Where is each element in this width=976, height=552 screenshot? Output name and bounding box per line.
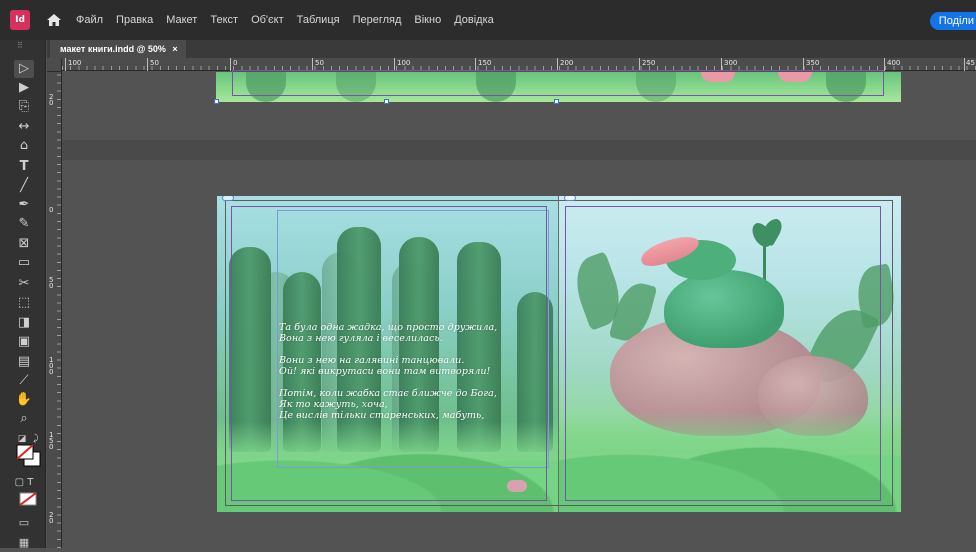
menu-view[interactable]: Перегляд: [353, 14, 402, 26]
panel-grip-icon[interactable]: ⠿: [17, 41, 23, 50]
selection-tool-icon[interactable]: ▷: [14, 60, 34, 78]
menu-window[interactable]: Вікно: [414, 14, 441, 26]
pen-tool-icon[interactable]: ✒: [14, 196, 34, 214]
menu-help[interactable]: Довідка: [454, 14, 494, 26]
vertical-ruler[interactable]: 2 0 0 5 0 1 0 0 1 5 0 2 0: [47, 72, 62, 548]
line-tool-icon[interactable]: ╱: [14, 177, 34, 195]
rectangle-tool-icon[interactable]: ▭: [14, 254, 34, 272]
ruler-label: 1 5 0: [49, 431, 54, 451]
page-tool-icon[interactable]: ⎘: [14, 98, 34, 116]
margin-guide: [231, 206, 547, 501]
link-icon[interactable]: [222, 196, 234, 201]
close-tab-icon[interactable]: ×: [172, 44, 177, 54]
ruler-label: 250: [642, 59, 656, 67]
document-tab[interactable]: макет книги.indd @ 50% ×: [50, 40, 186, 58]
menu-edit[interactable]: Правка: [116, 14, 153, 26]
screen-mode-icon[interactable]: ▭: [14, 514, 34, 532]
document-tab-bar: макет книги.indd @ 50% ×: [47, 40, 976, 58]
selection-handle[interactable]: [214, 99, 219, 104]
ruler-label: 150: [478, 59, 492, 67]
eyedropper-tool-icon[interactable]: ⟋: [14, 372, 34, 390]
ruler-label: 100: [397, 59, 411, 67]
ruler-label: 5 0: [49, 276, 54, 290]
fill-stroke-swatch-icon[interactable]: [16, 444, 42, 468]
margin-guide: [232, 70, 884, 96]
type-tool-icon[interactable]: T: [14, 158, 34, 176]
margin-guide: [565, 206, 881, 501]
preview-mode-icon[interactable]: ▦: [14, 534, 34, 552]
current-spread[interactable]: Та була одна жадка, що просто дружила, В…: [217, 196, 901, 512]
menu-file[interactable]: Файл: [76, 14, 103, 26]
menu-object[interactable]: Об'єкт: [251, 14, 284, 26]
ruler-label: 0: [233, 59, 238, 67]
formatting-affects-container-icon[interactable]: ▢ T: [14, 474, 34, 492]
hand-tool-icon[interactable]: ✋: [14, 391, 34, 409]
note-tool-icon[interactable]: ▤: [14, 353, 34, 371]
home-icon[interactable]: [46, 12, 62, 28]
menu-type[interactable]: Текст: [210, 14, 238, 26]
share-button[interactable]: Поділи: [929, 12, 976, 30]
scissors-tool-icon[interactable]: ✂: [14, 275, 34, 293]
gradient-swatch-tool-icon[interactable]: ◨: [14, 314, 34, 332]
selection-handle[interactable]: [384, 99, 389, 104]
gradient-feather-tool-icon[interactable]: ▣: [14, 333, 34, 351]
main-menu: Файл Правка Макет Текст Об'єкт Таблиця П…: [76, 14, 507, 26]
menu-bar: Id Файл Правка Макет Текст Об'єкт Таблиц…: [0, 0, 976, 40]
free-transform-tool-icon[interactable]: ⬚: [14, 294, 34, 312]
ruler-label: 50: [315, 59, 324, 67]
document-tab-title: макет книги.indd @ 50%: [60, 44, 166, 54]
menu-table[interactable]: Таблиця: [297, 14, 340, 26]
ruler-label: 50: [150, 59, 159, 67]
ruler-label: 2 0: [49, 511, 54, 525]
ruler-label: 100: [68, 59, 82, 67]
direct-selection-tool-icon[interactable]: ▶: [14, 79, 34, 97]
spine-line: [558, 196, 559, 512]
apply-none-icon[interactable]: [19, 492, 37, 506]
ruler-label: 1 0 0: [49, 356, 54, 376]
ruler-origin[interactable]: [47, 58, 62, 72]
gap-tool-icon[interactable]: ↔: [14, 118, 34, 136]
ruler-label: 45: [966, 59, 975, 67]
link-icon[interactable]: [564, 196, 576, 201]
ruler-label: 300: [724, 59, 738, 67]
tools-panel: ⠿ ▷ ▶ ⎘ ↔ ⌂ T ╱ ✒ ✎ ⊠ ▭ ✂ ⬚ ◨ ▣ ▤ ⟋ ✋ ⌕ …: [0, 40, 46, 549]
menu-layout[interactable]: Макет: [166, 14, 197, 26]
rectangle-frame-tool-icon[interactable]: ⊠: [14, 235, 34, 253]
ruler-label: 350: [806, 59, 820, 67]
zoom-tool-icon[interactable]: ⌕: [14, 410, 34, 428]
content-collector-icon[interactable]: ⌂: [14, 137, 34, 155]
ruler-label: 0: [49, 206, 54, 214]
selection-handle[interactable]: [554, 99, 559, 104]
pasteboard-separator: [62, 140, 976, 160]
ruler-label: 2 0: [49, 93, 54, 107]
ruler-label: 200: [560, 59, 574, 67]
ruler-label: 400: [887, 59, 901, 67]
indesign-logo: Id: [10, 10, 30, 30]
previous-spread[interactable]: [214, 70, 901, 104]
pencil-tool-icon[interactable]: ✎: [14, 215, 34, 233]
